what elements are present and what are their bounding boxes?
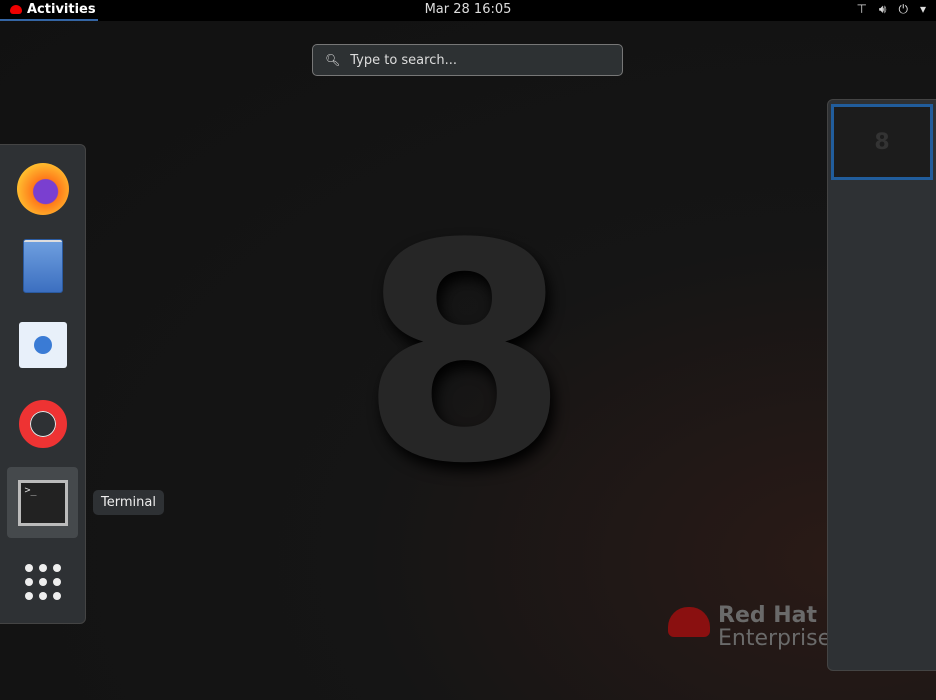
top-bar: Activities Mar 28 16:05 ⊤ 🔊︎ ⏻ ▾	[0, 0, 936, 21]
redhat-hat-icon	[668, 607, 710, 637]
grid-icon	[24, 563, 61, 600]
wallpaper-logo: 8	[360, 180, 569, 529]
network-icon: ⊤	[856, 2, 867, 16]
brand-line2: Enterprise	[718, 626, 832, 651]
lifebuoy-icon	[18, 399, 67, 448]
terminal-icon: >_	[17, 479, 68, 526]
app-tooltip: Terminal	[93, 490, 164, 515]
shopping-bag-icon	[18, 321, 67, 368]
power-icon: ⏻	[898, 2, 908, 16]
search-icon: 🔍︎	[325, 53, 341, 67]
help-app[interactable]	[7, 388, 78, 459]
show-applications-button[interactable]	[7, 546, 78, 617]
workspace-thumbnail[interactable]: 8	[831, 104, 933, 180]
file-cabinet-icon	[22, 238, 63, 293]
firefox-icon	[16, 162, 69, 215]
brand-line1: Red Hat	[718, 603, 818, 628]
system-menu[interactable]: ⊤ 🔊︎ ⏻ ▾	[856, 2, 926, 17]
dash: >_	[0, 144, 86, 624]
thumb-logo: 8	[874, 129, 890, 155]
terminal-app[interactable]: >_	[7, 467, 78, 538]
firefox-app[interactable]	[7, 153, 78, 224]
files-app[interactable]	[7, 230, 78, 301]
search-input[interactable]: 🔍︎ Type to search...	[312, 44, 623, 76]
clock[interactable]: Mar 28 16:05	[0, 2, 936, 17]
software-app[interactable]	[7, 309, 78, 380]
workspace-switcher: 8	[827, 99, 936, 671]
volume-icon: 🔊︎	[878, 2, 887, 16]
search-placeholder: Type to search...	[350, 52, 457, 68]
redhat-brand: Red Hat Enterprise	[668, 605, 831, 651]
chevron-down-icon: ▾	[919, 2, 926, 16]
